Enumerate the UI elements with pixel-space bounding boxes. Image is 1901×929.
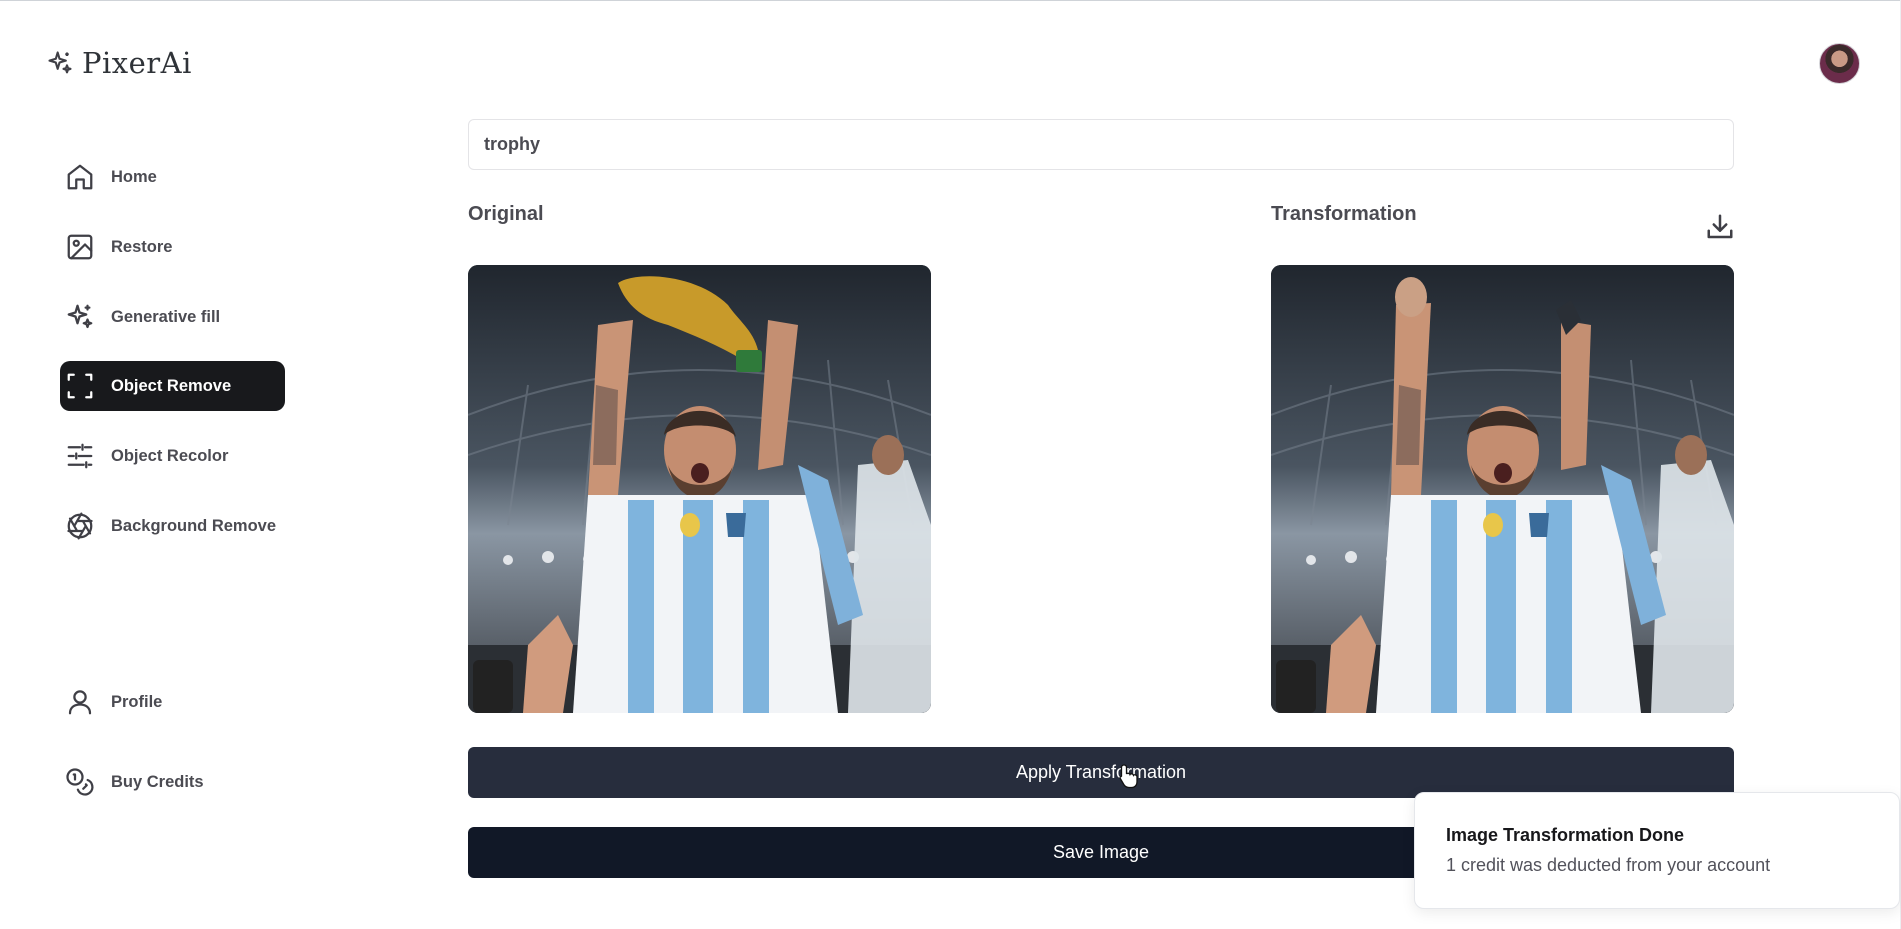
sidebar-item-label: Background Remove: [111, 516, 277, 535]
aperture-icon: [64, 510, 96, 542]
sparkles-icon: [64, 301, 96, 333]
download-button[interactable]: [1705, 212, 1735, 242]
object-input[interactable]: [468, 119, 1734, 170]
transformed-image: [1271, 265, 1734, 713]
scan-icon: [64, 370, 96, 402]
sidebar-item-label: Home: [111, 167, 157, 186]
toast-description: 1 credit was deducted from your account: [1446, 855, 1771, 875]
toast-notification: Image Transformation Done 1 credit was d…: [1414, 792, 1900, 909]
coins-icon: [64, 766, 96, 798]
user-icon: [64, 686, 96, 718]
sidebar-item-label: Profile: [111, 692, 163, 711]
sidebar-item-label: Generative fill: [111, 307, 221, 326]
sliders-icon: [64, 440, 96, 472]
sidebar-item-label: Buy Credits: [111, 772, 204, 791]
original-image: [468, 265, 931, 713]
home-icon: [64, 161, 96, 193]
sidebar-item-background-remove[interactable]: Background Remove: [60, 501, 285, 551]
sidebar-item-profile[interactable]: Profile: [60, 677, 285, 727]
top-border: [0, 0, 1901, 1]
download-icon: [1707, 214, 1733, 239]
sidebar-item-buy-credits[interactable]: Buy Credits: [60, 757, 285, 807]
pointer-cursor-icon: [1119, 764, 1138, 789]
app-name: PixerAi: [82, 46, 192, 80]
sidebar-item-object-remove[interactable]: Object Remove: [60, 361, 285, 411]
user-avatar[interactable]: [1819, 43, 1860, 84]
toast-title: Image Transformation Done: [1446, 825, 1685, 845]
transformation-title: Transformation: [1271, 203, 1417, 225]
sidebar-item-label: Object Recolor: [111, 446, 229, 465]
original-title: Original: [468, 203, 544, 225]
sidebar-item-label: Object Remove: [111, 376, 232, 395]
image-icon: [64, 231, 96, 263]
sidebar-item-generative-fill[interactable]: Generative fill: [60, 292, 285, 342]
sidebar-item-home[interactable]: Home: [60, 152, 285, 202]
sidebar-item-restore[interactable]: Restore: [60, 222, 285, 272]
app-logo[interactable]: PixerAi: [46, 46, 192, 80]
sidebar-item-object-recolor[interactable]: Object Recolor: [60, 431, 285, 481]
sparkles-icon: [48, 51, 72, 74]
sidebar-item-label: Restore: [111, 237, 173, 256]
apply-transformation-button[interactable]: Apply Transformation: [468, 747, 1734, 798]
